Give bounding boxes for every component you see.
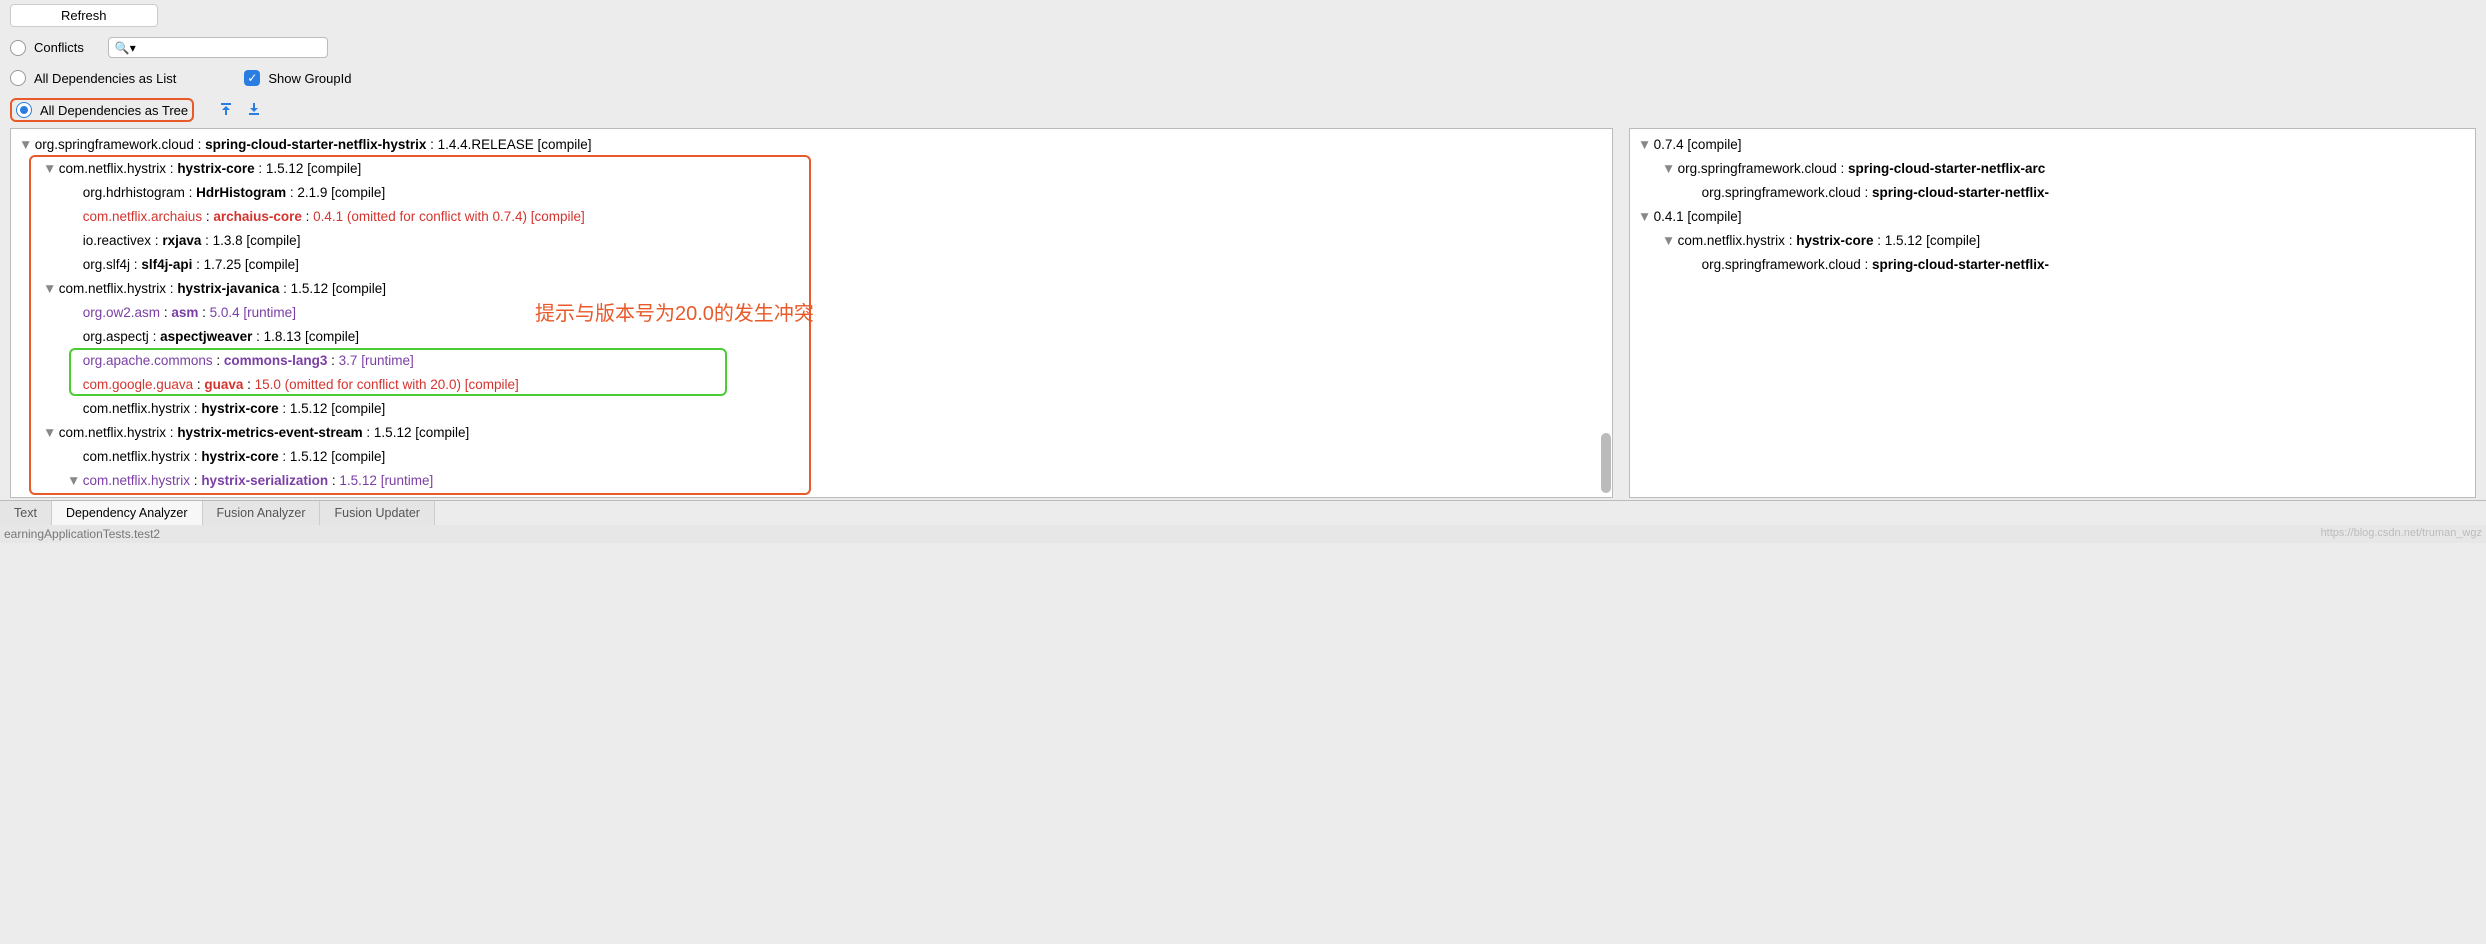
- radio-icon: [10, 40, 26, 56]
- tree-text: 0.4.1 [compile]: [1654, 209, 1742, 224]
- disclosure-icon[interactable]: ▼: [1638, 205, 1650, 229]
- radio-all-list[interactable]: All Dependencies as List: [10, 70, 176, 86]
- tree-row[interactable]: org.springframework.cloud : spring-cloud…: [1632, 253, 2473, 277]
- search-icon: 🔍▾: [115, 41, 136, 55]
- tree-text: 0.7.4 [compile]: [1654, 137, 1742, 152]
- disclosure-icon[interactable]: ▼: [1662, 157, 1674, 181]
- right-tree-panel: ▼ 0.7.4 [compile]▼ org.springframework.c…: [1629, 128, 2476, 498]
- watermark: https://blog.csdn.net/truman_wgz: [2321, 527, 2482, 541]
- disclosure-icon[interactable]: ▼: [1638, 133, 1650, 157]
- tree-row[interactable]: org.springframework.cloud : spring-cloud…: [1632, 181, 2473, 205]
- search-input-container[interactable]: 🔍▾: [108, 37, 328, 58]
- check-icon: ✓: [244, 70, 260, 86]
- radio-all-tree[interactable]: All Dependencies as Tree: [16, 102, 188, 118]
- radio-all-tree-highlight: All Dependencies as Tree: [10, 98, 194, 122]
- radio-label: All Dependencies as List: [34, 71, 176, 86]
- tree-row[interactable]: ▼ com.netflix.hystrix : hystrix-core : 1…: [1632, 229, 2473, 253]
- tree-row[interactable]: ▼ 0.7.4 [compile]: [1632, 133, 2473, 157]
- tree-row[interactable]: ▼ org.springframework.cloud : spring-clo…: [13, 133, 1610, 157]
- version-tree[interactable]: ▼ 0.7.4 [compile]▼ org.springframework.c…: [1630, 129, 2475, 281]
- group-id: com.netflix.hystrix: [1678, 233, 1785, 248]
- refresh-button[interactable]: Refresh: [10, 4, 158, 27]
- radio-label: Conflicts: [34, 40, 84, 55]
- tab-fusion-updater[interactable]: Fusion Updater: [320, 501, 434, 525]
- artifact-id: hystrix-core: [1796, 233, 1873, 248]
- tab-text[interactable]: Text: [0, 501, 52, 525]
- group-id: org.springframework.cloud: [1702, 185, 1861, 200]
- scrollbar[interactable]: [1601, 433, 1611, 493]
- artifact-id: spring-cloud-starter-netflix-: [1872, 257, 2049, 272]
- status-left: earningApplicationTests.test2: [4, 527, 160, 541]
- checkbox-label: Show GroupId: [268, 71, 351, 86]
- status-bar: earningApplicationTests.test2 https://bl…: [0, 525, 2486, 543]
- group-id: org.springframework.cloud: [1678, 161, 1837, 176]
- group-id: org.springframework.cloud: [35, 137, 194, 152]
- tree-row[interactable]: ▼ 0.4.1 [compile]: [1632, 205, 2473, 229]
- search-input[interactable]: [138, 40, 321, 55]
- bottom-tabs: Text Dependency Analyzer Fusion Analyzer…: [0, 500, 2486, 525]
- expand-all-icon[interactable]: [218, 101, 234, 120]
- artifact-id: spring-cloud-starter-netflix-hystrix: [205, 137, 426, 152]
- group-id: org.springframework.cloud: [1702, 257, 1861, 272]
- disclosure-icon[interactable]: ▼: [1662, 229, 1674, 253]
- disclosure-icon[interactable]: ▼: [19, 133, 31, 157]
- annotation-text: 提示与版本号为20.0的发生冲突: [535, 297, 814, 326]
- artifact-id: spring-cloud-starter-netflix-arc: [1848, 161, 2045, 176]
- radio-label: All Dependencies as Tree: [40, 103, 188, 118]
- artifact-id: spring-cloud-starter-netflix-: [1872, 185, 2049, 200]
- tab-fusion-analyzer[interactable]: Fusion Analyzer: [203, 501, 321, 525]
- highlight-guava-box: [69, 348, 727, 396]
- tab-dependency-analyzer[interactable]: Dependency Analyzer: [52, 501, 203, 525]
- collapse-all-icon[interactable]: [246, 101, 262, 120]
- radio-icon-selected: [16, 102, 32, 118]
- left-tree-panel: ▼ org.springframework.cloud : spring-clo…: [10, 128, 1613, 498]
- radio-conflicts[interactable]: Conflicts: [10, 40, 84, 56]
- checkbox-show-groupid[interactable]: ✓ Show GroupId: [244, 70, 351, 86]
- tree-row[interactable]: ▼ org.springframework.cloud : spring-clo…: [1632, 157, 2473, 181]
- radio-icon: [10, 70, 26, 86]
